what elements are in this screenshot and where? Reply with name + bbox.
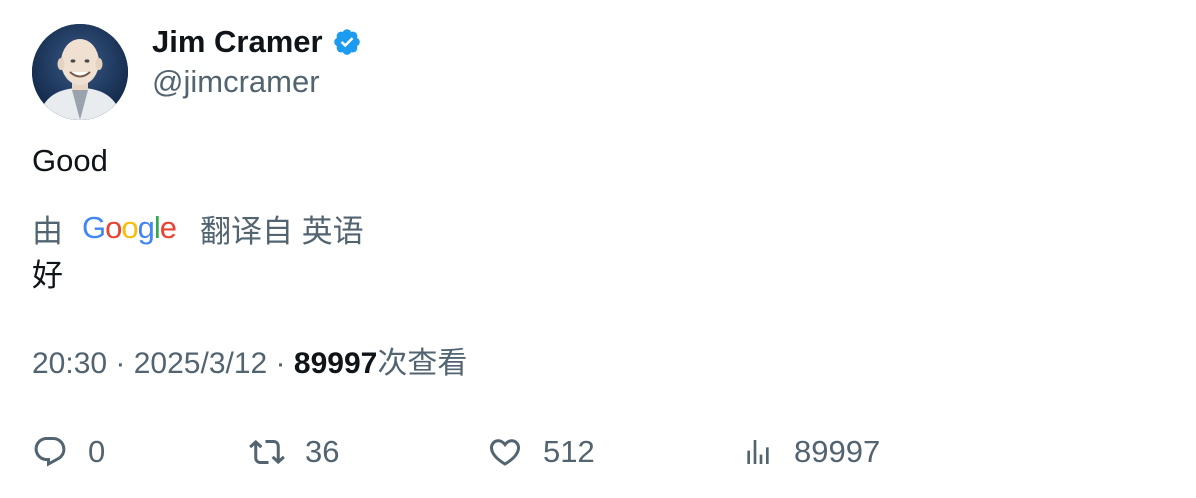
translated-text: 好 xyxy=(32,258,63,293)
views-label: 次查看 xyxy=(377,347,468,380)
meta-separator: · xyxy=(107,347,134,380)
author-name-row: Jim Cramer xyxy=(152,22,362,62)
tweet-text: Good xyxy=(32,143,108,178)
tweet-card: Jim Cramer @jimcramer Good 由 Google 翻译自 … xyxy=(0,0,1196,498)
tweet-meta: 20:30 · 2025/3/12 · 89997次查看 xyxy=(32,344,467,384)
meta-separator: · xyxy=(267,347,294,380)
retweet-count: 36 xyxy=(305,434,340,469)
like-button[interactable]: 512 xyxy=(487,430,595,474)
author-handle[interactable]: @jimcramer xyxy=(152,62,320,102)
translation-suffix: 翻译自 英语 xyxy=(200,213,364,249)
avatar[interactable] xyxy=(32,24,128,120)
reply-button[interactable]: 0 xyxy=(32,430,105,474)
like-count: 512 xyxy=(543,434,595,469)
analytics-icon xyxy=(742,434,774,470)
action-bar: 0 36 512 89997 xyxy=(0,430,1196,474)
reply-count: 0 xyxy=(88,434,106,469)
svg-text:Google: Google xyxy=(82,210,176,245)
avatar-image xyxy=(32,24,128,120)
google-logo-icon: Google xyxy=(82,210,180,246)
translation-prefix: 由 xyxy=(32,213,63,249)
tweet-date[interactable]: 2025/3/12 xyxy=(134,347,267,380)
translation-attribution: 由 Google 翻译自 英语 xyxy=(32,208,364,249)
verified-badge-icon xyxy=(332,27,362,57)
views-action-count: 89997 xyxy=(794,434,881,469)
views-count: 89997 xyxy=(293,347,378,380)
retweet-button[interactable]: 36 xyxy=(249,430,339,474)
heart-icon xyxy=(487,434,523,470)
views-button[interactable]: 89997 xyxy=(742,430,880,474)
tweet-time[interactable]: 20:30 xyxy=(32,347,107,380)
retweet-icon xyxy=(249,434,285,470)
author-display-name[interactable]: Jim Cramer xyxy=(152,22,323,62)
reply-icon xyxy=(32,434,68,470)
